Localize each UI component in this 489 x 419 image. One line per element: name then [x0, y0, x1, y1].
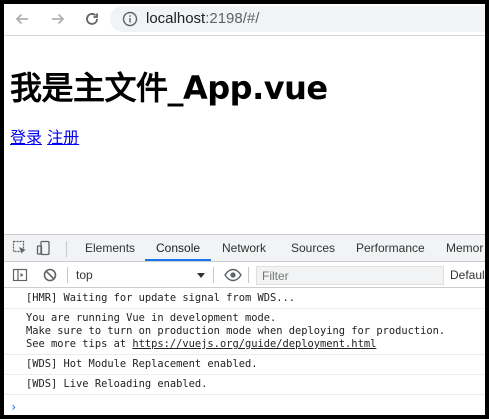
- url-rest: :2198/#/: [205, 10, 260, 27]
- deployment-guide-link[interactable]: https://vuejs.org/guide/deployment.html: [132, 338, 376, 350]
- message-text: See more tips at: [26, 338, 127, 350]
- active-tab-indicator: [145, 259, 211, 261]
- reload-icon: [86, 13, 98, 25]
- back-button[interactable]: [12, 9, 32, 29]
- address-bar[interactable]: localhost:2198/#/: [110, 6, 485, 32]
- tab-elements[interactable]: Elements: [85, 241, 135, 255]
- console-toolbar: top Defaul: [4, 263, 485, 288]
- browser-window: localhost:2198/#/ 我是主文件_App.vue 登录 注册 El…: [0, 0, 489, 419]
- device-toolbar-icon[interactable]: [36, 240, 52, 256]
- context-selector[interactable]: top: [76, 268, 93, 282]
- console-message: You are running Vue in development mode.…: [4, 309, 485, 355]
- message-text: You are running Vue in development mode.: [26, 312, 277, 324]
- nav-links: 登录 注册: [10, 124, 79, 148]
- browser-toolbar: localhost:2198/#/: [4, 4, 485, 36]
- toolbar-divider: [66, 241, 67, 257]
- console-message: [WDS] Live Reloading enabled.: [4, 375, 485, 395]
- tab-memory[interactable]: Memor: [446, 241, 483, 255]
- filter-input[interactable]: [257, 267, 443, 285]
- arrow-left-icon: [15, 13, 28, 25]
- tab-sources[interactable]: Sources: [291, 241, 335, 255]
- tab-console[interactable]: Console: [156, 241, 200, 255]
- console-prompt[interactable]: ›: [10, 400, 17, 414]
- console-message: [HMR] Waiting for update signal from WDS…: [4, 289, 485, 309]
- page-title: 我是主文件_App.vue: [10, 69, 328, 107]
- show-sidebar-icon[interactable]: [12, 267, 28, 283]
- reload-button[interactable]: [82, 9, 102, 29]
- clear-console-icon[interactable]: [42, 267, 58, 283]
- toolbar-divider: [248, 267, 249, 283]
- message-text: [WDS] Hot Module Replacement enabled.: [26, 358, 258, 370]
- console-message: [WDS] Hot Module Replacement enabled.: [4, 355, 485, 375]
- message-text: Make sure to turn on production mode whe…: [26, 325, 446, 337]
- tab-network[interactable]: Network: [222, 241, 266, 255]
- log-levels-dropdown[interactable]: Defaul: [450, 268, 485, 282]
- devtools-panel: Elements Console Network Sources Perform…: [4, 234, 485, 415]
- inspect-element-icon[interactable]: [12, 240, 28, 256]
- message-text: [WDS] Live Reloading enabled.: [26, 378, 208, 390]
- console-output: [HMR] Waiting for update signal from WDS…: [4, 289, 485, 415]
- eye-icon[interactable]: [224, 267, 242, 283]
- page-content: 我是主文件_App.vue 登录 注册: [4, 36, 485, 234]
- info-icon[interactable]: [122, 11, 138, 27]
- forward-button[interactable]: [48, 9, 68, 29]
- toolbar-divider: [213, 267, 214, 283]
- message-text: [HMR] Waiting for update signal from WDS…: [26, 292, 295, 304]
- login-link[interactable]: 登录: [10, 128, 42, 147]
- tab-performance[interactable]: Performance: [356, 241, 425, 255]
- url-host: localhost: [146, 10, 206, 27]
- arrow-right-icon: [52, 13, 65, 25]
- toolbar-divider: [67, 267, 68, 283]
- url-text[interactable]: localhost:2198/#/: [146, 10, 259, 27]
- filter-field[interactable]: [256, 266, 444, 285]
- devtools-tab-bar: Elements Console Network Sources Perform…: [4, 235, 485, 262]
- chevron-down-icon[interactable]: [197, 273, 205, 278]
- register-link[interactable]: 注册: [47, 128, 79, 147]
